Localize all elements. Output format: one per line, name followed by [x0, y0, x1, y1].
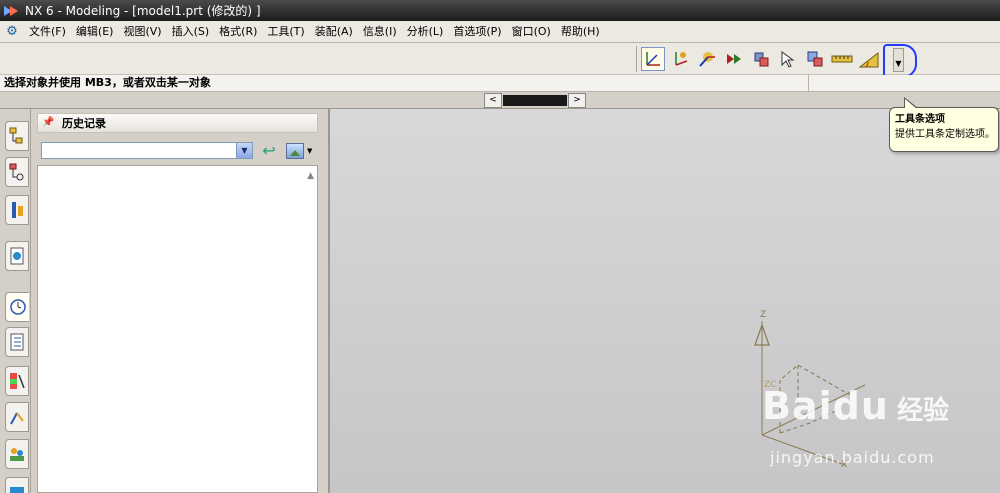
system-scenes-tab[interactable] — [5, 439, 29, 469]
z-axis-label: Z — [760, 310, 766, 320]
cue-line: 选择对象并使用 MB3，或者双击某一对象 — [0, 75, 1000, 92]
title-bar: NX 6 - Modeling - [model1.prt (修改的) ] — [0, 0, 1000, 21]
wcs-display-icon[interactable] — [641, 47, 665, 71]
part-navigator-tab[interactable] — [5, 195, 29, 225]
menu-window[interactable]: 窗口(O) — [507, 22, 556, 42]
resource-bar — [0, 109, 31, 493]
tooltip-title: 工具条选项 — [895, 114, 945, 125]
menu-view[interactable]: 视图(V) — [118, 22, 166, 42]
utility-toolbar — [0, 43, 1000, 75]
menu-file[interactable]: 文件(F) — [24, 22, 71, 42]
wcs-toolbar-group — [636, 46, 881, 72]
assembly-navigator-tab[interactable] — [5, 121, 29, 151]
measure-angle-icon[interactable] — [857, 47, 881, 71]
wcs-origin-icon[interactable] — [668, 47, 692, 71]
history-dropdown[interactable]: ▼ — [41, 142, 253, 159]
chevron-down-icon: ▼ — [307, 147, 313, 155]
wcs-dynamics-icon[interactable] — [695, 47, 719, 71]
toolbar-options-tooltip: 工具条选项 提供工具条定制选项。 — [889, 97, 999, 152]
menu-assemblies[interactable]: 装配(A) — [310, 22, 358, 42]
scroll-right-button[interactable]: > — [568, 93, 586, 108]
scroll-left-button[interactable]: < — [484, 93, 502, 108]
web-browser-tab[interactable] — [5, 477, 29, 493]
cue-text: 选择对象并使用 MB3，或者双击某一对象 — [4, 76, 211, 89]
highlight-annotation — [883, 44, 917, 78]
watermark-logo-cn: 经验 — [897, 396, 950, 426]
baidu-watermark: Baidu 经验 jingyan.baidu.com — [762, 384, 992, 474]
image-icon — [286, 143, 304, 159]
scroll-up-icon[interactable]: ▲ — [307, 171, 314, 181]
menu-help[interactable]: 帮助(H) — [556, 22, 605, 42]
process-studio-tab[interactable] — [5, 366, 29, 396]
reuse-library-tab[interactable] — [5, 241, 29, 271]
menu-bar: ⚙ 文件(F) 编辑(E) 视图(V) 插入(S) 格式(R) 工具(T) 装配… — [0, 21, 1000, 43]
tooltip-body: 提供工具条定制选项。 — [895, 129, 995, 140]
back-arrow-icon[interactable]: ↩ — [259, 142, 279, 160]
watermark-logo: Baidu — [762, 384, 889, 428]
wcs-rotate-icon[interactable] — [749, 47, 773, 71]
roles-tab[interactable] — [5, 402, 29, 432]
measure-distance-icon[interactable] — [830, 47, 854, 71]
window-title: NX 6 - Modeling - [model1.prt (修改的) ] — [25, 4, 261, 18]
nx-logo-icon — [4, 4, 20, 18]
menu-information[interactable]: 信息(I) — [358, 22, 402, 42]
history-panel-title: 历史记录 — [62, 117, 106, 130]
set-wcs-icon[interactable] — [803, 47, 827, 71]
palette-view-button[interactable]: ▼ — [286, 142, 316, 160]
history-panel: 📌 历史记录 ▼ ↩ ▼ ▲ — [31, 109, 330, 493]
chevron-down-icon[interactable]: ▼ — [236, 143, 252, 158]
select-icon[interactable] — [776, 47, 800, 71]
watermark-url: jingyan.baidu.com — [770, 448, 935, 467]
menu-format[interactable]: 格式(R) — [214, 22, 262, 42]
menu-preferences[interactable]: 首选项(P) — [448, 22, 506, 42]
pin-icon[interactable]: 📌 — [42, 117, 54, 129]
menu-tools[interactable]: 工具(T) — [262, 22, 309, 42]
wcs-orient-icon[interactable] — [722, 47, 746, 71]
history-panel-header: 📌 历史记录 — [37, 113, 318, 133]
splitter-bar: < > — [0, 92, 1000, 109]
menu-edit[interactable]: 编辑(E) — [71, 22, 119, 42]
menu-analysis[interactable]: 分析(L) — [402, 22, 449, 42]
history-tab[interactable] — [5, 292, 29, 322]
constraint-navigator-tab[interactable] — [5, 157, 29, 187]
menu-insert[interactable]: 插入(S) — [167, 22, 215, 42]
history-list[interactable]: ▲ — [37, 165, 318, 493]
cue-divider — [808, 75, 809, 92]
system-materials-tab[interactable] — [5, 327, 29, 357]
app-menu-icon[interactable]: ⚙ — [4, 24, 20, 40]
scroll-track[interactable] — [503, 95, 567, 106]
